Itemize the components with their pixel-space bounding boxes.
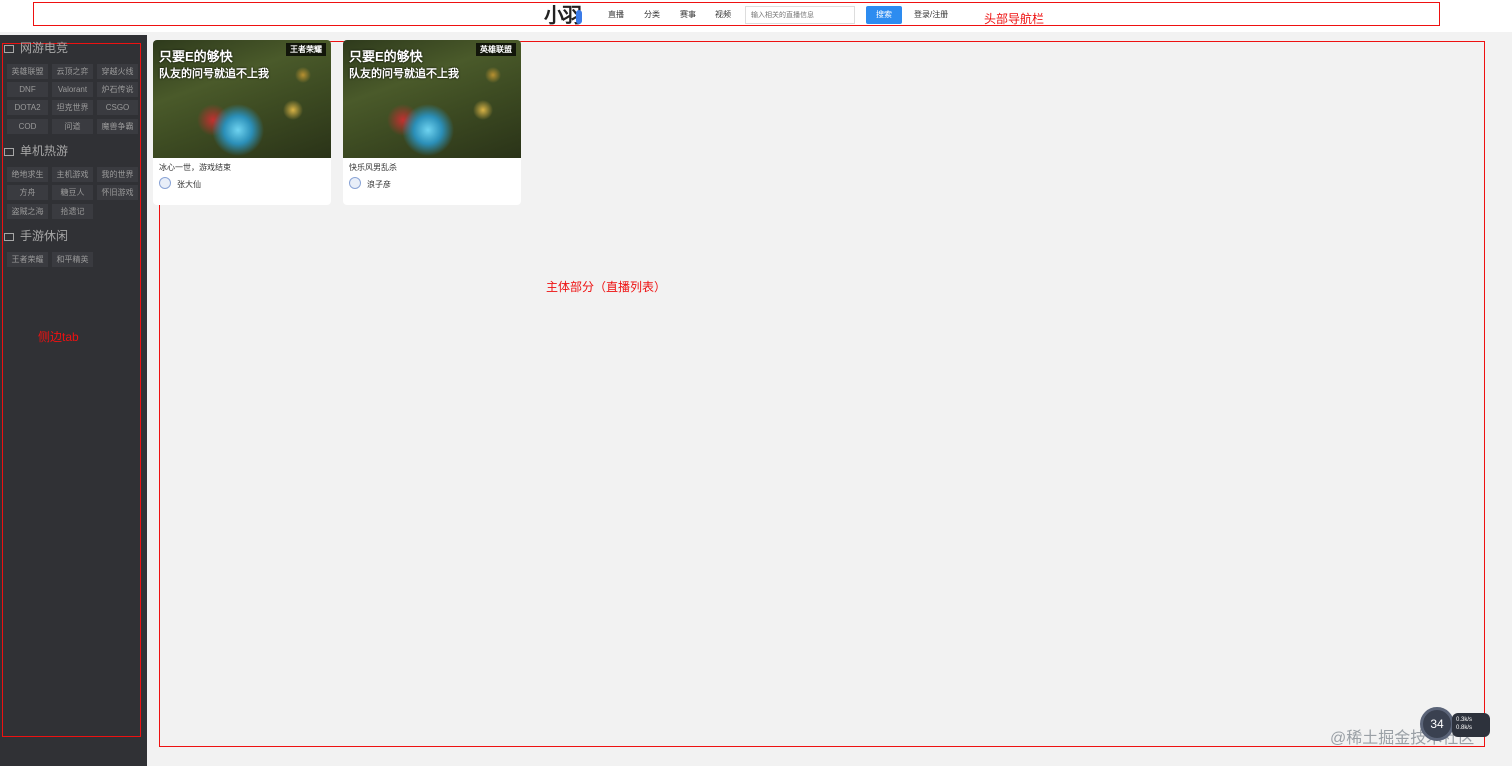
download-speed: 0.8k/s: [1456, 725, 1473, 731]
monitor-icon: [4, 44, 14, 53]
section-title-online: 网游电竞: [4, 41, 68, 55]
nav-events[interactable]: 赛事: [680, 7, 696, 23]
avatar: [159, 177, 171, 189]
category-badge: 英雄联盟: [476, 43, 516, 56]
tag-minecraft[interactable]: 我的世界: [97, 167, 138, 182]
tag-csgo[interactable]: CSGO: [97, 100, 138, 115]
live-title[interactable]: 冰心一世，游戏结束: [159, 162, 231, 173]
speed-ring-icon[interactable]: 34: [1420, 707, 1454, 741]
tag-warcraft[interactable]: 魔兽争霸: [97, 119, 138, 134]
live-thumbnail[interactable]: 只要E的够快 队友的问号就追不上我 王者荣耀: [153, 40, 331, 158]
site-logo[interactable]: 小羽: [544, 2, 584, 28]
thumb-caption-2: 队友的问号就追不上我: [159, 68, 269, 80]
tag-peace-elite[interactable]: 和平精英: [52, 252, 93, 267]
logo-mark-icon: [576, 10, 582, 24]
nav-live[interactable]: 直播: [608, 7, 624, 23]
tag-hearthstone[interactable]: 炉石传说: [97, 82, 138, 97]
avatar: [349, 177, 361, 189]
tag-pubg[interactable]: 绝地求生: [7, 167, 48, 182]
header-annotation-label: 头部导航栏: [984, 12, 1045, 26]
network-speed-panel: 0.3k/s 0.8k/s: [1452, 713, 1490, 737]
tag-valorant[interactable]: Valorant: [52, 82, 93, 97]
tag-retro[interactable]: 怀旧游戏: [97, 185, 138, 200]
tag-seaofthieves[interactable]: 盗贼之海: [7, 204, 48, 219]
sidebar-annotation-label: 侧边tab: [38, 330, 79, 344]
tag-hok[interactable]: 王者荣耀: [7, 252, 48, 267]
live-card[interactable]: 只要E的够快 队友的问号就追不上我 英雄联盟 快乐风男乱杀 浪子彦: [343, 40, 521, 205]
live-card[interactable]: 只要E的够快 队友的问号就追不上我 王者荣耀 冰心一世，游戏结束 张大仙: [153, 40, 331, 205]
tag-lol[interactable]: 英雄联盟: [7, 64, 48, 79]
tag-tft[interactable]: 云顶之弈: [52, 64, 93, 79]
header-annotation-box: [33, 2, 1440, 26]
tag-dnf[interactable]: DNF: [7, 82, 48, 97]
category-badge: 王者荣耀: [286, 43, 326, 56]
tag-cf[interactable]: 穿越火线: [97, 64, 138, 79]
speed-percent: 34: [1430, 717, 1444, 731]
section-title-single: 单机热游: [4, 144, 68, 158]
thumb-caption-1: 只要E的够快: [159, 49, 233, 64]
thumb-caption-2: 队友的问号就追不上我: [349, 68, 459, 80]
streamer-name[interactable]: 浪子彦: [367, 179, 391, 190]
nav-video[interactable]: 视频: [715, 7, 731, 23]
live-thumbnail[interactable]: 只要E的够快 队友的问号就追不上我 英雄联盟: [343, 40, 521, 158]
section-title-mobile: 手游休闲: [4, 229, 68, 243]
main-annotation-label: 主体部分（直播列表）: [546, 280, 667, 294]
tag-ark[interactable]: 方舟: [7, 185, 48, 200]
tag-cod[interactable]: COD: [7, 119, 48, 134]
tag-wot[interactable]: 坦克世界: [52, 100, 93, 115]
search-button[interactable]: 搜索: [866, 6, 902, 24]
streamer-name[interactable]: 张大仙: [177, 179, 201, 190]
tag-dota2[interactable]: DOTA2: [7, 100, 48, 115]
sidebar: 网游电竞 英雄联盟 云顶之弈 穿越火线 DNF Valorant 炉石传说 DO…: [0, 35, 147, 766]
live-title[interactable]: 快乐风男乱杀: [349, 162, 397, 173]
tag-fallguys[interactable]: 糖豆人: [52, 185, 93, 200]
tag-shiyiji[interactable]: 拾遗记: [52, 204, 93, 219]
logo-text: 小羽: [544, 3, 582, 27]
tag-console[interactable]: 主机游戏: [52, 167, 93, 182]
gamepad-icon: [4, 147, 14, 156]
tag-wendao[interactable]: 问道: [52, 119, 93, 134]
login-link[interactable]: 登录/注册: [914, 7, 948, 23]
upload-speed: 0.3k/s: [1456, 717, 1473, 723]
header-nav: 小羽 直播 分类 赛事 视频 搜索 登录/注册 头部导航栏: [0, 0, 1512, 32]
search-input[interactable]: [745, 6, 855, 24]
thumb-caption-1: 只要E的够快: [349, 49, 423, 64]
nav-category[interactable]: 分类: [644, 7, 660, 23]
phone-icon: [4, 232, 14, 241]
